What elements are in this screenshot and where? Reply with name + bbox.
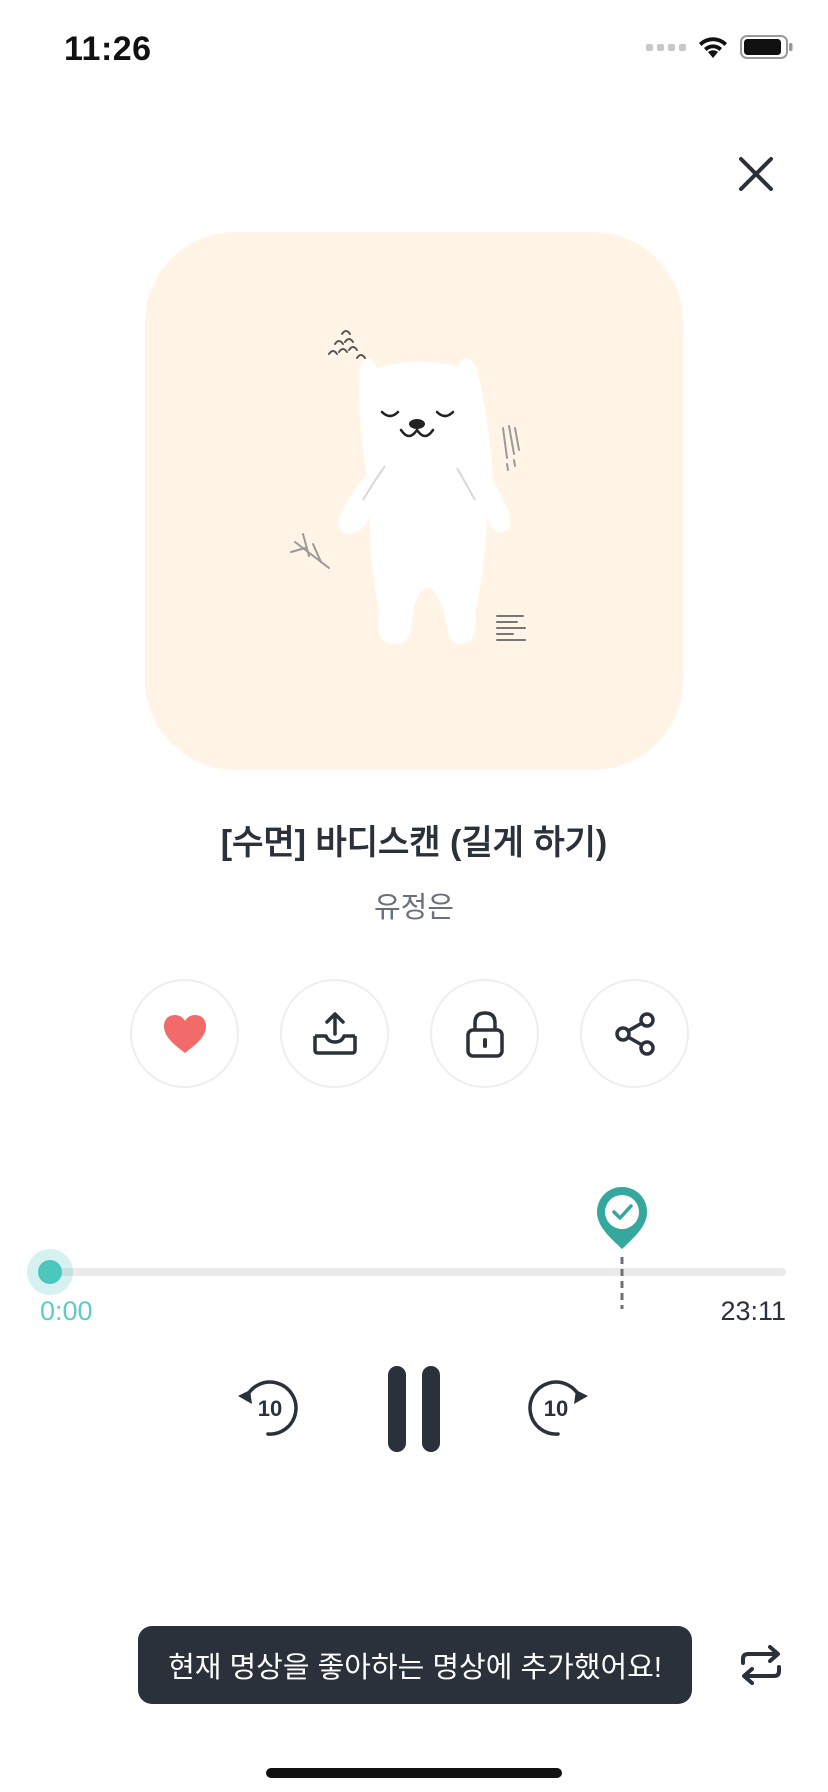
- share-button[interactable]: [580, 979, 689, 1088]
- status-icons: [646, 34, 794, 60]
- lock-icon: [465, 1010, 504, 1058]
- track-title: [수면] 바디스캔 (길게 하기): [220, 824, 608, 862]
- share-icon: [614, 1011, 655, 1056]
- progress-thumb[interactable]: [38, 1260, 62, 1284]
- progress-track[interactable]: [42, 1268, 786, 1276]
- rewind-10-button[interactable]: 10: [232, 1372, 304, 1444]
- repeat-button[interactable]: [734, 1638, 788, 1692]
- forward-icon: 10: [528, 1380, 588, 1436]
- download-button[interactable]: [280, 979, 389, 1088]
- home-indicator: [266, 1768, 562, 1778]
- track-artist: 유정은: [373, 892, 455, 924]
- pause-icon: [388, 1366, 440, 1452]
- checkpoint-pin-icon: [597, 1187, 648, 1309]
- time-total: 23:11: [720, 1296, 786, 1326]
- pause-button[interactable]: [386, 1364, 442, 1454]
- like-button[interactable]: [130, 979, 239, 1088]
- repeat-icon: [741, 1645, 781, 1685]
- toast-message: 현재 명상을 좋아하는 명상에 추가했어요!: [138, 1626, 692, 1704]
- heart-icon: [163, 1014, 206, 1053]
- rewind-icon: 10: [238, 1380, 298, 1436]
- sleeping-bear-illustration: [290, 330, 526, 645]
- lock-button[interactable]: [430, 979, 539, 1088]
- toast-text: 현재 명상을 좋아하는 명상에 추가했어요!: [168, 1652, 662, 1684]
- battery-icon: [740, 34, 794, 60]
- signal-icon: [646, 43, 686, 51]
- close-button[interactable]: [732, 150, 780, 198]
- download-tray-icon: [312, 1011, 357, 1055]
- forward-seconds-label: 10: [544, 1396, 568, 1421]
- forward-10-button[interactable]: 10: [522, 1372, 594, 1444]
- close-icon: [739, 157, 773, 191]
- wifi-icon: [696, 34, 730, 60]
- status-time: 11:26: [64, 30, 152, 68]
- rewind-seconds-label: 10: [258, 1396, 282, 1421]
- checkpoint-marker[interactable]: [595, 1185, 649, 1309]
- track-artwork: [145, 232, 683, 770]
- action-buttons: [130, 979, 689, 1088]
- time-current: 0:00: [40, 1296, 93, 1326]
